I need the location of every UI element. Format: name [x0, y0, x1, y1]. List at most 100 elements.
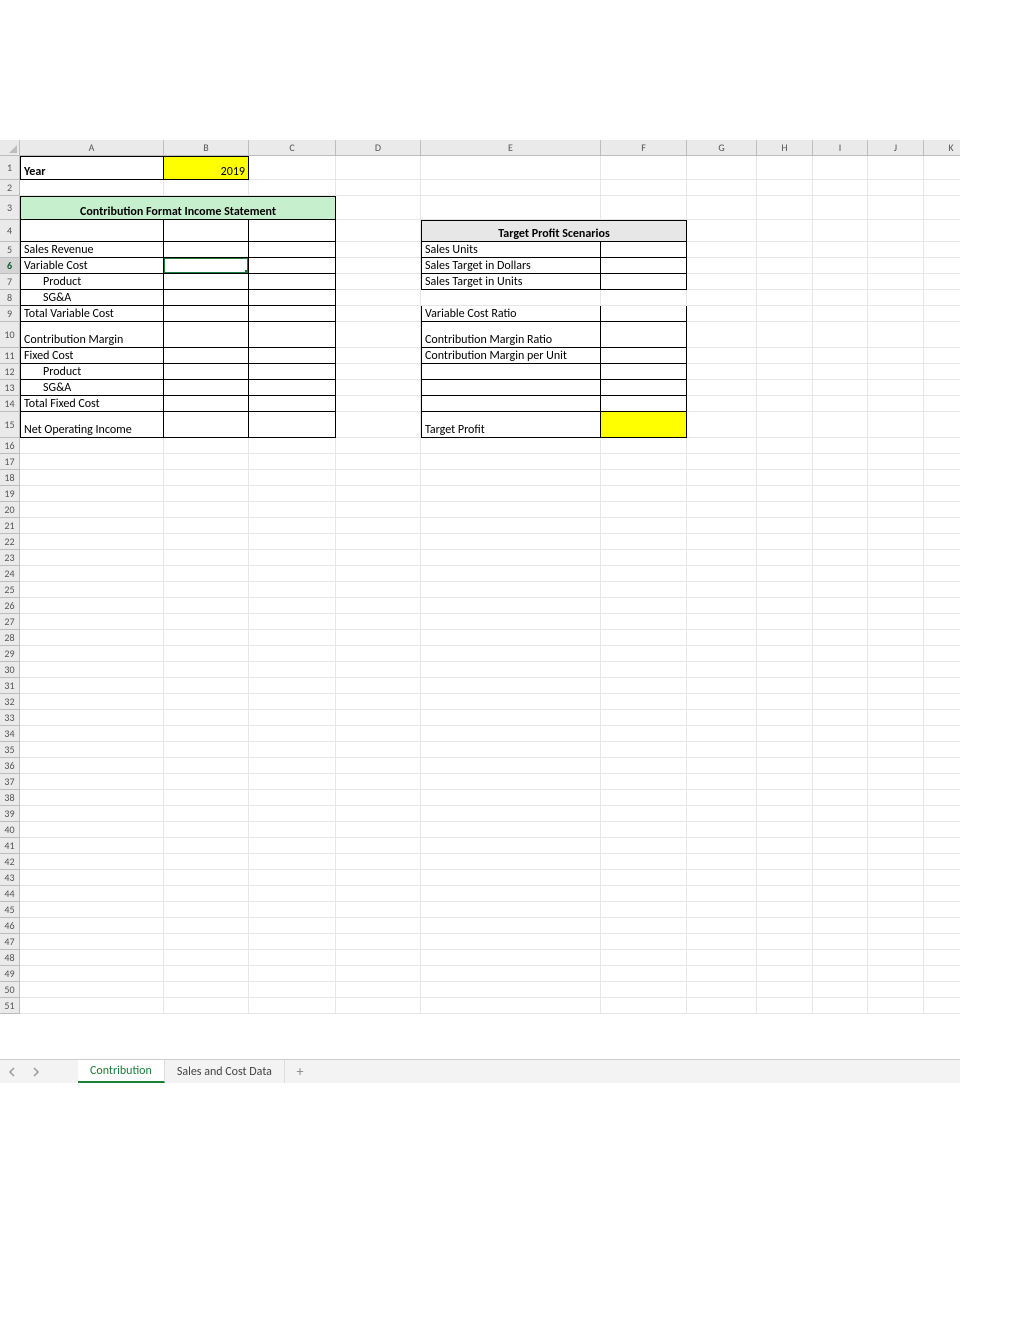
cell-H10[interactable] — [757, 322, 813, 348]
cell-A19[interactable] — [20, 486, 164, 502]
cell-A32[interactable] — [20, 694, 164, 710]
cell-F28[interactable] — [601, 630, 687, 646]
cell-C9[interactable] — [249, 306, 336, 322]
cell-B48[interactable] — [164, 950, 249, 966]
row-header-5[interactable]: 5 — [0, 242, 20, 258]
row-header-32[interactable]: 32 — [0, 694, 20, 710]
cell-C14[interactable] — [249, 396, 336, 412]
cell-G42[interactable] — [687, 854, 757, 870]
cell-J20[interactable] — [868, 502, 924, 518]
cell-I35[interactable] — [813, 742, 868, 758]
cell-A46[interactable] — [20, 918, 164, 934]
cell-G34[interactable] — [687, 726, 757, 742]
cell-K38[interactable] — [924, 790, 960, 806]
cell-C20[interactable] — [249, 502, 336, 518]
row-header-35[interactable]: 35 — [0, 742, 20, 758]
cell-F24[interactable] — [601, 566, 687, 582]
cell-D49[interactable] — [336, 966, 421, 982]
cell-F17[interactable] — [601, 454, 687, 470]
cell-E30[interactable] — [421, 662, 601, 678]
cell-J43[interactable] — [868, 870, 924, 886]
cell-E8[interactable] — [421, 290, 601, 306]
cell-D45[interactable] — [336, 902, 421, 918]
cell-D8[interactable] — [336, 290, 421, 306]
cell-D17[interactable] — [336, 454, 421, 470]
cell-C31[interactable] — [249, 678, 336, 694]
cell-K18[interactable] — [924, 470, 960, 486]
row-header-39[interactable]: 39 — [0, 806, 20, 822]
cell-A34[interactable] — [20, 726, 164, 742]
cell-I6[interactable] — [813, 258, 868, 274]
cell-C29[interactable] — [249, 646, 336, 662]
cell-A16[interactable] — [20, 438, 164, 454]
row-header-16[interactable]: 16 — [0, 438, 20, 454]
cell-J11[interactable] — [868, 348, 924, 364]
row-header-11[interactable]: 11 — [0, 348, 20, 364]
cell-E18[interactable] — [421, 470, 601, 486]
cell-B5[interactable] — [164, 242, 249, 258]
cell-B18[interactable] — [164, 470, 249, 486]
col-header-F[interactable]: F — [601, 140, 687, 156]
cell-G1[interactable] — [687, 156, 757, 180]
cell-H26[interactable] — [757, 598, 813, 614]
cell-A28[interactable] — [20, 630, 164, 646]
cell-I45[interactable] — [813, 902, 868, 918]
cell-D7[interactable] — [336, 274, 421, 290]
cell-J47[interactable] — [868, 934, 924, 950]
cell-K42[interactable] — [924, 854, 960, 870]
cell-H29[interactable] — [757, 646, 813, 662]
cell-B28[interactable] — [164, 630, 249, 646]
row-header-36[interactable]: 36 — [0, 758, 20, 774]
cell-K7[interactable] — [924, 274, 960, 290]
cell-C19[interactable] — [249, 486, 336, 502]
row-header-22[interactable]: 22 — [0, 534, 20, 550]
cell-E3[interactable] — [421, 196, 601, 220]
cell-G30[interactable] — [687, 662, 757, 678]
cell-K32[interactable] — [924, 694, 960, 710]
col-header-D[interactable]: D — [336, 140, 421, 156]
cell-H39[interactable] — [757, 806, 813, 822]
cell-J27[interactable] — [868, 614, 924, 630]
cell-H46[interactable] — [757, 918, 813, 934]
cell-J46[interactable] — [868, 918, 924, 934]
cell-G40[interactable] — [687, 822, 757, 838]
cell-E14[interactable] — [421, 396, 601, 412]
row-header-50[interactable]: 50 — [0, 982, 20, 998]
cell-D28[interactable] — [336, 630, 421, 646]
cell-D5[interactable] — [336, 242, 421, 258]
cell-E33[interactable] — [421, 710, 601, 726]
cell-F33[interactable] — [601, 710, 687, 726]
cell-I42[interactable] — [813, 854, 868, 870]
cell-J50[interactable] — [868, 982, 924, 998]
cell-A8[interactable]: SG&A — [20, 290, 164, 306]
cell-D30[interactable] — [336, 662, 421, 678]
cell-B37[interactable] — [164, 774, 249, 790]
cell-C2[interactable] — [249, 180, 336, 196]
cell-E7[interactable]: Sales Target in Units — [421, 274, 601, 290]
cell-C46[interactable] — [249, 918, 336, 934]
cell-H23[interactable] — [757, 550, 813, 566]
cell-D26[interactable] — [336, 598, 421, 614]
row-header-18[interactable]: 18 — [0, 470, 20, 486]
cell-A50[interactable] — [20, 982, 164, 998]
cell-A49[interactable] — [20, 966, 164, 982]
cell-B49[interactable] — [164, 966, 249, 982]
cell-F30[interactable] — [601, 662, 687, 678]
cell-I3[interactable] — [813, 196, 868, 220]
cell-H36[interactable] — [757, 758, 813, 774]
cell-D24[interactable] — [336, 566, 421, 582]
cell-A2[interactable] — [20, 180, 164, 196]
cell-D21[interactable] — [336, 518, 421, 534]
cell-K22[interactable] — [924, 534, 960, 550]
cell-H37[interactable] — [757, 774, 813, 790]
row-header-25[interactable]: 25 — [0, 582, 20, 598]
cell-J3[interactable] — [868, 196, 924, 220]
cell-F6[interactable] — [601, 258, 687, 274]
cell-C49[interactable] — [249, 966, 336, 982]
cell-A23[interactable] — [20, 550, 164, 566]
cell-J6[interactable] — [868, 258, 924, 274]
cell-K47[interactable] — [924, 934, 960, 950]
cell-F46[interactable] — [601, 918, 687, 934]
cell-D25[interactable] — [336, 582, 421, 598]
cell-F37[interactable] — [601, 774, 687, 790]
